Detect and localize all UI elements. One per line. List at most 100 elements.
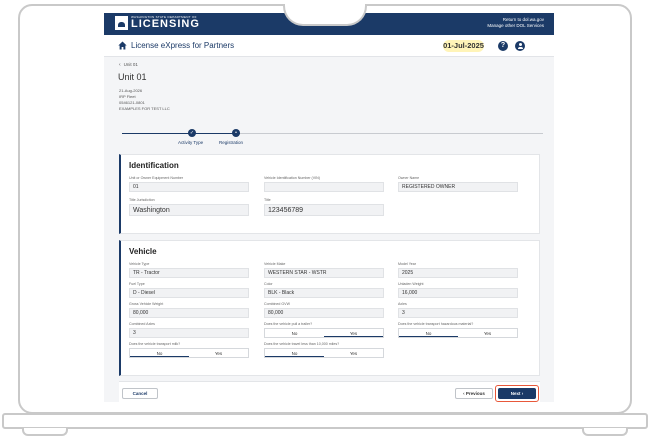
miles-no-option[interactable]: No: [265, 349, 324, 357]
vehicle-type-input[interactable]: TR - Tractor: [129, 268, 249, 278]
step-activity-type-label[interactable]: Activity Type: [178, 140, 203, 145]
laptop-base: [2, 413, 648, 429]
trailer-question: Does the vehicle pull a trailer? No Yes: [264, 322, 384, 338]
axles-label: Axles: [398, 302, 407, 306]
vehicle-type-field: Vehicle Type TR - Tractor: [129, 262, 249, 278]
laptop-foot-right: [582, 428, 628, 436]
combined-gvw-label: Combined GVW: [264, 302, 290, 306]
milk-toggle: No Yes: [129, 348, 249, 358]
help-icon[interactable]: ?: [498, 41, 508, 51]
next-button[interactable]: Next ›: [498, 388, 536, 399]
current-date-badge: 01-Jul-2025: [443, 40, 484, 52]
title-jurisdiction-field: Title Jurisdiction Washington: [129, 198, 249, 216]
title-input[interactable]: 123456789: [264, 204, 384, 216]
title-jurisdiction-input[interactable]: Washington: [129, 204, 249, 216]
owner-name-label: Owner Name: [398, 176, 420, 180]
miles-toggle: No Yes: [264, 348, 384, 358]
vin-field: Vehicle Identification Number (VIN): [264, 176, 384, 192]
banner-links: Return to dol.wa.gov Manage other DOL Se…: [487, 17, 544, 29]
hazmat-no-option[interactable]: No: [399, 329, 458, 337]
gross-weight-label: Gross Vehicle Weight: [129, 302, 164, 306]
unit-number-field: Unit or Owner Equipment Number 01: [129, 176, 249, 192]
app-title: License eXpress for Partners: [131, 41, 235, 50]
dol-logo[interactable]: WASHINGTON STATE DEPARTMENT OF LICENSING: [115, 16, 200, 30]
combined-axles-field: Combined Axles 3: [129, 322, 249, 338]
color-field: Color BLK - Black: [264, 282, 384, 298]
logo-mark-icon: [115, 16, 128, 30]
unit-company: EXAMPLES FOR TEST LLC: [119, 106, 170, 111]
stepper-line-complete: [122, 133, 240, 135]
step-registration-dot-icon: •: [232, 129, 240, 137]
color-input[interactable]: BLK - Black: [264, 288, 384, 298]
identification-card: Identification Unit or Owner Equipment N…: [119, 154, 540, 234]
form-actions-bar: Cancel ‹ Previous Next ›: [119, 381, 540, 402]
back-to-unit-link[interactable]: ‹ Unit 01: [119, 62, 138, 68]
gross-weight-input[interactable]: 80,000: [129, 308, 249, 318]
unit-meta: 21-Aug-2026 IRP Fleet 0546121-0801 EXAMP…: [119, 88, 170, 112]
vehicle-type-label: Vehicle Type: [129, 262, 150, 266]
combined-axles-input[interactable]: 3: [129, 328, 249, 338]
fuel-type-field: Fuel Type D - Diesel: [129, 282, 249, 298]
chevron-right-icon: ›: [520, 391, 524, 396]
milk-question: Does the vehicle transport milk? No Yes: [129, 342, 249, 358]
unladen-weight-input[interactable]: 16,000: [398, 288, 518, 298]
vehicle-make-input[interactable]: WESTERN STAR - WSTR: [264, 268, 384, 278]
vin-input[interactable]: [264, 182, 384, 192]
next-button-label: Next: [510, 391, 521, 396]
milk-no-option[interactable]: No: [130, 349, 189, 357]
unladen-weight-field: Unladen Weight 16,000: [398, 282, 518, 298]
title-field: Title 123456789: [264, 198, 384, 216]
laptop-foot-left: [22, 428, 68, 436]
step-registration-label: Registration: [219, 140, 244, 145]
hazmat-yes-option[interactable]: Yes: [458, 329, 517, 337]
logo-text: WASHINGTON STATE DEPARTMENT OF LICENSING: [131, 16, 200, 30]
hazmat-question: Does the vehicle transport hazardous mat…: [398, 322, 518, 338]
miles-yes-option[interactable]: Yes: [324, 349, 383, 357]
miles-question: Does the vehicle travel less than 10,000…: [264, 342, 384, 358]
model-year-field: Model Year 2025: [398, 262, 518, 278]
axles-field: Axles 3: [398, 302, 518, 318]
app-header: License eXpress for Partners 01-Jul-2025…: [104, 35, 554, 57]
step-activity-type-check-icon: ✓: [188, 129, 196, 137]
logo-big-text: LICENSING: [131, 18, 200, 30]
vehicle-make-field: Vehicle Make WESTERN STAR - WSTR: [264, 262, 384, 278]
trailer-toggle: No Yes: [264, 328, 384, 338]
color-label: Color: [264, 282, 273, 286]
hazmat-question-label: Does the vehicle transport hazardous mat…: [398, 322, 474, 326]
model-year-input[interactable]: 2025: [398, 268, 518, 278]
vehicle-title: Vehicle: [129, 247, 157, 256]
hazmat-toggle: No Yes: [398, 328, 518, 338]
trailer-no-option[interactable]: No: [265, 329, 324, 337]
fuel-type-label: Fuel Type: [129, 282, 145, 286]
trailer-yes-option[interactable]: Yes: [324, 329, 383, 337]
identification-title: Identification: [129, 161, 179, 170]
vehicle-make-label: Vehicle Make: [264, 262, 286, 266]
gross-weight-field: Gross Vehicle Weight 80,000: [129, 302, 249, 318]
trailer-question-label: Does the vehicle pull a trailer?: [264, 322, 313, 326]
axles-input[interactable]: 3: [398, 308, 518, 318]
vin-label: Vehicle Identification Number (VIN): [264, 176, 320, 180]
title-jurisdiction-label: Title Jurisdiction: [129, 198, 155, 202]
page-title: Unit 01: [118, 72, 147, 82]
user-icon[interactable]: [515, 41, 525, 51]
owner-name-field: Owner Name REGISTERED OWNER: [398, 176, 518, 192]
unit-number-label: Unit or Owner Equipment Number: [129, 176, 184, 180]
vehicle-card: Vehicle Vehicle Type TR - Tractor Vehicl…: [119, 240, 540, 376]
progress-stepper: ✓ • Activity Type Registration: [119, 129, 543, 147]
home-icon[interactable]: [118, 41, 127, 50]
milk-yes-option[interactable]: Yes: [189, 349, 248, 357]
laptop-notch: [283, 4, 367, 26]
previous-button-label: Previous: [465, 391, 485, 396]
previous-button[interactable]: ‹ Previous: [455, 388, 493, 399]
unit-number-input[interactable]: 01: [129, 182, 249, 192]
unladen-weight-label: Unladen Weight: [398, 282, 424, 286]
combined-gvw-field: Combined GVW 80,000: [264, 302, 384, 318]
owner-name-input[interactable]: REGISTERED OWNER: [398, 182, 518, 192]
manage-services-link[interactable]: Manage other DOL Services: [487, 23, 544, 29]
fuel-type-input[interactable]: D - Diesel: [129, 288, 249, 298]
stepper-line-pending: [240, 133, 543, 135]
cancel-button[interactable]: Cancel: [122, 388, 158, 399]
combined-axles-label: Combined Axles: [129, 322, 155, 326]
combined-gvw-input[interactable]: 80,000: [264, 308, 384, 318]
model-year-label: Model Year: [398, 262, 416, 266]
